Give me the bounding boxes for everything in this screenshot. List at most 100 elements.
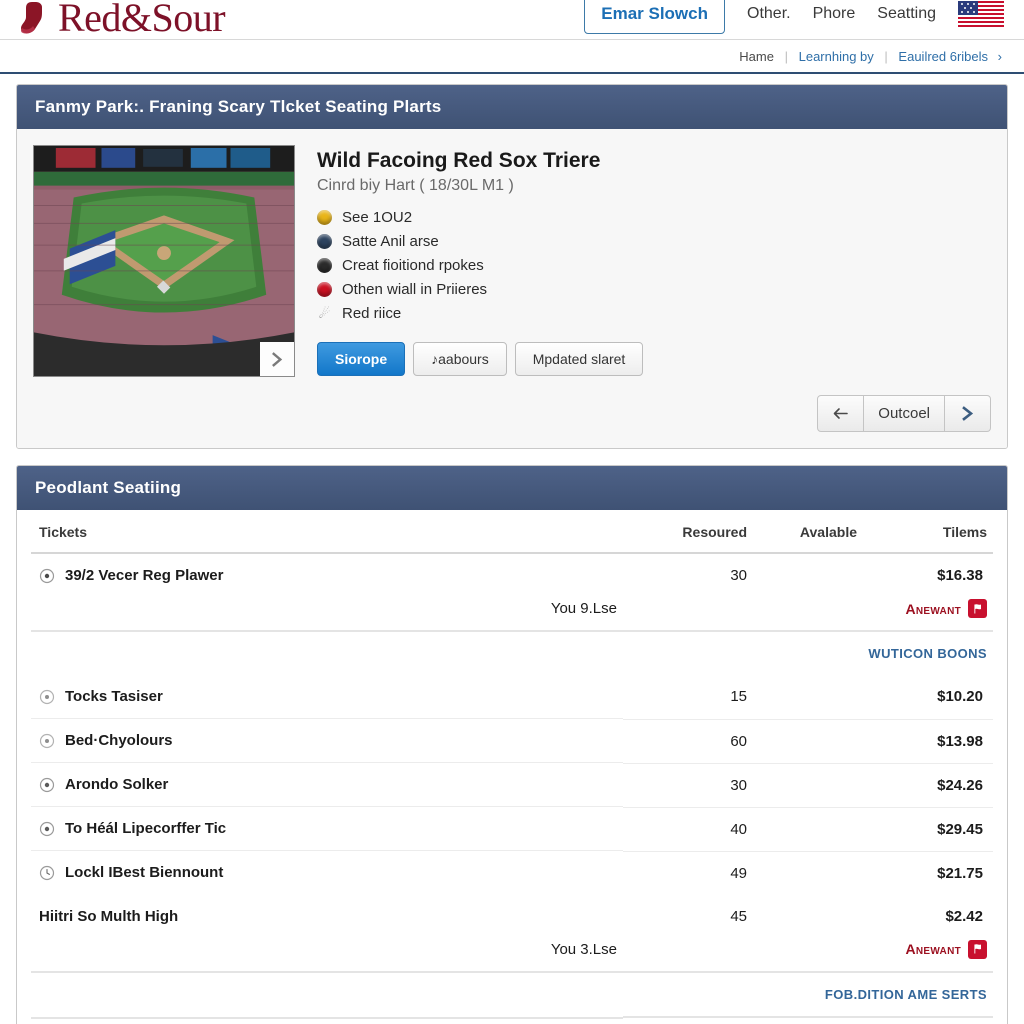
table-row[interactable]: Arondo Solker 30 $24.26 — [31, 763, 993, 808]
column-header-resoured: Resoured — [623, 510, 753, 554]
brand-logo[interactable]: Red&Sour — [20, 0, 226, 40]
anewant-cell[interactable]: Anewant — [863, 938, 993, 972]
target-ring-icon — [39, 689, 55, 704]
bullet-dot-icon — [317, 282, 332, 297]
target-ring-icon — [39, 777, 55, 792]
ticket-avalable — [753, 763, 863, 808]
table-row[interactable]: Lockl IBest Biennount 20 $2.50 — [31, 1015, 993, 1024]
chevron-right-icon — [962, 406, 974, 421]
breadcrumb-separator: | — [884, 48, 888, 64]
table-row[interactable]: Bed·Chyolours 60 $13.98 — [31, 719, 993, 764]
target-ring-icon — [39, 821, 55, 836]
table-row[interactable]: To Héál Lipecorffer Tic 40 $29.45 — [31, 807, 993, 852]
column-header-tickets: Tickets — [31, 510, 623, 554]
ticket-name-cell: Tocks Tasiser — [31, 675, 623, 719]
topnav-link-other[interactable]: Other. — [747, 5, 791, 23]
status-badge[interactable]: Anewant — [905, 599, 987, 618]
topnav-link-seatting[interactable]: Seatting — [877, 5, 936, 23]
event-feature-list: See 1OU2 Satte Anil arse Creat fioitiond… — [317, 209, 991, 322]
list-item: Creat fioitiond rpokes — [317, 257, 991, 274]
topnav-link-phore[interactable]: Phore — [813, 5, 856, 23]
ticket-tilems: $16.38 — [937, 567, 983, 584]
event-title: Wild Facoing Red Sox Triere — [317, 149, 601, 172]
breadcrumb-item-eauilred[interactable]: Eauilred 6ribels — [898, 49, 988, 64]
siorope-button[interactable]: Siorope — [317, 342, 406, 376]
stadium-photo[interactable] — [33, 145, 295, 377]
list-item: ☄ Red riice — [317, 305, 991, 322]
ticket-tilems: $2.50 — [863, 1015, 993, 1024]
chevron-right-icon — [271, 351, 282, 367]
ticket-tilems: $13.98 — [863, 719, 993, 764]
ticket-name: Tocks Tasiser — [65, 688, 163, 705]
ticket-name: Bed·Chyolours — [65, 732, 173, 749]
flag-badge-icon — [968, 939, 987, 959]
stadium-aerial-image — [34, 146, 294, 376]
ticket-name-cell: Hiitri So Multh High — [31, 895, 623, 938]
seating-panel-body: Tickets Resoured Avalable Tilems 39/2 Ve… — [17, 510, 1007, 1024]
table-row[interactable]: Tocks Tasiser 15 $10.20 — [31, 675, 993, 720]
ticket-avalable — [753, 851, 863, 895]
table-note-row: You 3.Lse Anewant — [31, 938, 993, 972]
section-header-cell: WUTICON BOONS — [31, 630, 993, 675]
us-flag-icon[interactable] — [958, 1, 1004, 27]
emar-slowch-button[interactable]: Emar Slowch — [584, 0, 725, 34]
ticket-tilems: $24.26 — [863, 763, 993, 808]
bullet-dot-icon — [317, 210, 332, 225]
event-panel: Fanmy Park:. Franing Scary Tlcket Seatin… — [16, 84, 1008, 449]
flag-glyph — [973, 944, 981, 954]
event-panel-body: Wild Facoing Red Sox Triere Cinrd biy Ha… — [17, 129, 1007, 448]
table-header-row: Tickets Resoured Avalable Tilems — [31, 510, 993, 554]
ticket-avalable — [753, 553, 863, 597]
feature-label: Satte Anil arse — [342, 233, 439, 250]
mpdated-slaret-button[interactable]: Mpdated slaret — [514, 342, 644, 376]
section-note-left: You 3.Lse — [550, 940, 617, 958]
spacer-cell — [753, 938, 863, 972]
breadcrumb-item-home[interactable]: Hame — [739, 49, 774, 64]
ticket-name-cell: To Héál Lipecorffer Tic — [31, 807, 623, 851]
section-note-left: You 9.Lse — [550, 600, 617, 617]
table-row[interactable]: Lockl IBest Biennount 49 $21.75 — [31, 851, 993, 895]
table-row[interactable]: 39/2 Vecer Reg Plawer 30 $16.38 — [31, 553, 993, 597]
page-content: Fanmy Park:. Franing Scary Tlcket Seatin… — [0, 74, 1024, 1024]
ticket-avalable — [753, 719, 863, 764]
aabours-button[interactable]: ♪aabours — [413, 342, 507, 376]
seating-panel-title: Peodlant Seatiing — [17, 466, 1007, 510]
list-item: Othen wiall in Priieres — [317, 281, 991, 298]
pager-next-button[interactable] — [945, 395, 991, 432]
seating-panel: Peodlant Seatiing Tickets Resoured Avala… — [16, 465, 1008, 1024]
pager-label[interactable]: Outcoel — [864, 395, 945, 432]
ticket-resoured: 20 — [623, 1015, 753, 1024]
breadcrumb-item-learnhing[interactable]: Learnhing by — [799, 49, 874, 64]
feature-label: Creat fioitiond rpokes — [342, 257, 484, 274]
ticket-resoured: 49 — [730, 864, 747, 882]
anewant-label: Anewant — [905, 600, 961, 617]
spacer-cell — [753, 597, 863, 631]
ticket-resoured: 30 — [623, 763, 753, 808]
ticket-tilems: $10.20 — [863, 675, 993, 720]
pager-prev-button[interactable] — [817, 395, 865, 432]
section-header-row: FOB.DITION AME SERTS — [31, 970, 993, 1017]
event-detail: Wild Facoing Red Sox Triere Cinrd biy Ha… — [33, 145, 991, 377]
flag-badge-icon — [968, 599, 987, 618]
table-row[interactable]: Hiitri So Multh High 45 $2.42 — [31, 895, 993, 938]
table-note-row: You 9.Lse Anewant — [31, 597, 993, 631]
cup-glyph-icon: ☄ — [318, 305, 331, 321]
ticket-name: Hiitri So Multh High — [39, 907, 179, 925]
photo-next-button[interactable] — [260, 342, 294, 376]
ticket-tilems: $2.42 — [945, 907, 983, 925]
ticket-avalable — [753, 807, 863, 852]
ticket-name: Arondo Solker — [65, 776, 169, 793]
arrow-left-icon — [833, 408, 849, 419]
ticket-tilems: $21.75 — [937, 864, 983, 882]
brand-name: Red&Sour — [58, 0, 226, 40]
ticket-avalable — [753, 675, 863, 720]
ticket-name-cell: 39/2 Vecer Reg Plawer — [31, 554, 623, 597]
breadcrumb: Hame | Learnhing by | Eauilred 6ribels › — [739, 49, 1002, 64]
list-item: See 1OU2 — [317, 209, 991, 226]
chevron-right-icon: › — [997, 48, 1002, 64]
status-badge[interactable]: Anewant — [905, 939, 987, 959]
anewant-cell[interactable]: Anewant — [863, 597, 993, 631]
ticket-resoured: 15 — [623, 675, 753, 720]
event-subtitle: Cinrd biy Hart ( 18/30L M1 ) — [317, 177, 514, 194]
ticket-name: Lockl IBest Biennount — [65, 864, 224, 881]
